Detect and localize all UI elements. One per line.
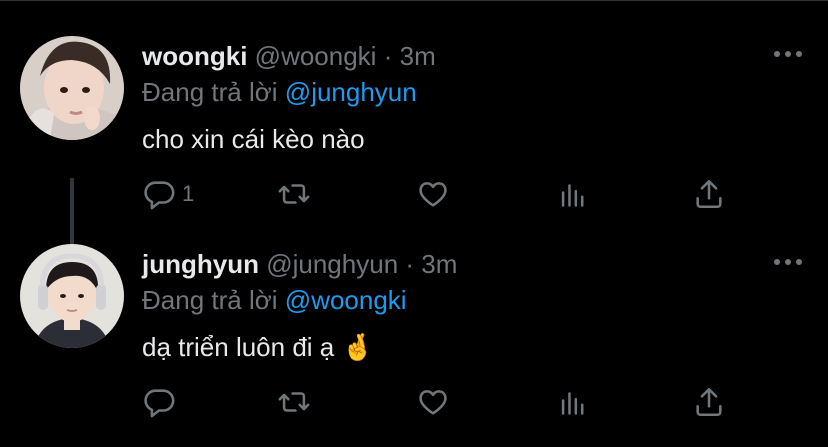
views-icon bbox=[561, 392, 584, 415]
reply-icon bbox=[144, 389, 175, 418]
like-button[interactable] bbox=[416, 174, 450, 214]
tweet-header: junghyun @junghyun · 3m bbox=[142, 248, 457, 280]
reply-button[interactable]: 1 bbox=[142, 174, 194, 214]
mention-link[interactable]: @woongki bbox=[285, 285, 407, 315]
replying-to-label: Đang trả lời bbox=[142, 285, 278, 315]
share-icon bbox=[696, 179, 722, 209]
retweet-button[interactable] bbox=[277, 382, 311, 422]
replying-to-label: Đang trả lời bbox=[142, 77, 278, 107]
views-button[interactable] bbox=[556, 174, 590, 214]
like-icon bbox=[419, 182, 447, 207]
separator-dot: · bbox=[383, 41, 393, 71]
tweet-header: woongki @woongki · 3m bbox=[142, 40, 436, 72]
display-name[interactable]: junghyun bbox=[142, 249, 259, 279]
reply-count: 1 bbox=[182, 181, 195, 206]
timestamp[interactable]: 3m bbox=[421, 249, 457, 279]
like-icon bbox=[419, 390, 447, 415]
retweet-icon bbox=[278, 392, 310, 412]
avatar-woongki[interactable] bbox=[20, 36, 124, 140]
reply-button[interactable] bbox=[142, 382, 182, 422]
display-name[interactable]: woongki bbox=[142, 41, 247, 71]
replying-to: Đang trả lời @woongki bbox=[142, 284, 407, 316]
replying-to: Đang trả lời @junghyun bbox=[142, 76, 417, 108]
retweet-icon bbox=[278, 184, 310, 204]
mention-link[interactable]: @junghyun bbox=[285, 77, 417, 107]
views-icon bbox=[561, 184, 584, 207]
tweet-text: cho xin cái kèo nào bbox=[142, 124, 365, 154]
tweet-text: dạ triển luôn đi ạ 🤞 bbox=[142, 332, 374, 362]
avatar-junghyun[interactable] bbox=[20, 244, 124, 348]
views-button[interactable] bbox=[556, 382, 590, 422]
share-icon bbox=[696, 387, 722, 417]
separator-dot: · bbox=[405, 249, 415, 279]
more-icon[interactable] bbox=[768, 250, 808, 274]
top-divider bbox=[0, 0, 828, 1]
tweet-actions: 1 bbox=[142, 174, 762, 214]
tweet-actions bbox=[142, 382, 762, 422]
timestamp[interactable]: 3m bbox=[400, 41, 436, 71]
like-button[interactable] bbox=[416, 382, 450, 422]
more-icon[interactable] bbox=[768, 42, 808, 66]
user-handle[interactable]: @woongki bbox=[255, 41, 377, 71]
share-button[interactable] bbox=[692, 174, 726, 214]
retweet-button[interactable] bbox=[277, 174, 311, 214]
user-handle[interactable]: @junghyun bbox=[266, 249, 398, 279]
share-button[interactable] bbox=[692, 382, 726, 422]
reply-icon bbox=[144, 181, 175, 210]
